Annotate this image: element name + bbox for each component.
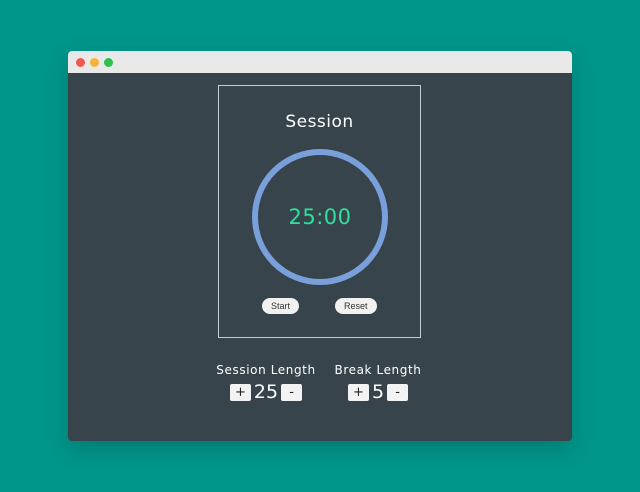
session-length-value: 25 <box>253 381 279 403</box>
app-content: Session 25:00 Start Reset Session Length… <box>68 73 572 441</box>
app-window: Session 25:00 Start Reset Session Length… <box>68 51 572 441</box>
break-length-section: Break Length + 5 - <box>326 363 430 403</box>
reset-button[interactable]: Reset <box>335 298 377 314</box>
session-length-controls: + 25 - <box>214 381 318 403</box>
session-length-label: Session Length <box>216 363 316 377</box>
session-decrement-button[interactable]: - <box>281 383 303 401</box>
session-increment-button[interactable]: + <box>229 383 251 401</box>
time-display: 25:00 <box>288 205 352 229</box>
break-length-label: Break Length <box>334 363 422 377</box>
close-window-button[interactable] <box>76 58 85 67</box>
session-length-section: Session Length + 25 - <box>214 363 318 403</box>
break-length-value: 5 <box>371 381 385 403</box>
break-length-controls: + 5 - <box>326 381 430 403</box>
break-decrement-button[interactable]: - <box>387 383 409 401</box>
title-bar <box>68 51 572 73</box>
break-increment-button[interactable]: + <box>347 383 369 401</box>
maximize-window-button[interactable] <box>104 58 113 67</box>
minimize-window-button[interactable] <box>90 58 99 67</box>
timer-panel: Session 25:00 Start Reset <box>218 85 421 338</box>
start-button[interactable]: Start <box>262 298 300 314</box>
session-title: Session <box>285 112 354 132</box>
